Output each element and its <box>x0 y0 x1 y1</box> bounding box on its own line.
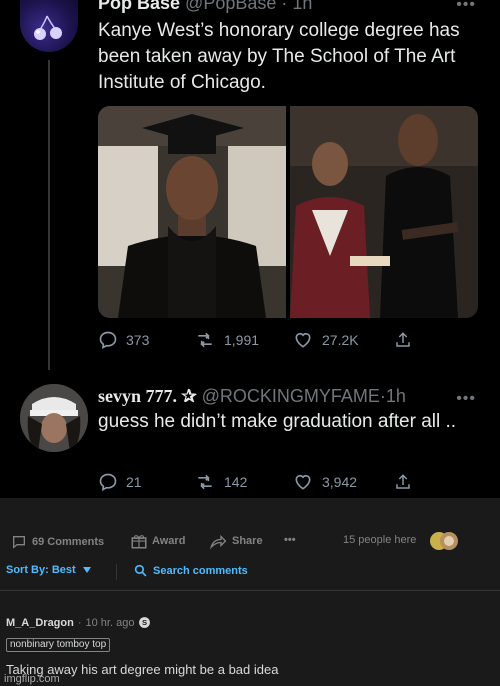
tweet-screenshot: Pop Base @PopBase · 1h ••• Kanye West’s … <box>0 0 500 498</box>
tweet2-like-count: 3,942 <box>322 474 358 490</box>
award-button[interactable]: Award <box>130 532 185 550</box>
reddit-comments-panel: 69 Comments Award Share ••• 15 people he… <box>0 498 500 686</box>
comment-header: M_A_Dragon · 10 hr. ago S <box>6 616 151 629</box>
tweet2-time[interactable]: 1h <box>386 386 406 406</box>
comment-username[interactable]: M_A_Dragon <box>6 617 74 629</box>
comments-button[interactable]: 69 Comments <box>10 534 104 550</box>
svg-text:S: S <box>142 618 147 627</box>
tweet1-like-count: 27.2K <box>322 332 359 348</box>
heart-icon <box>295 332 311 348</box>
sort-dropdown[interactable]: Sort By: Best <box>6 564 92 576</box>
share-icon <box>396 332 410 347</box>
more-options-icon[interactable]: ••• <box>284 534 296 546</box>
award-label: Award <box>152 535 186 547</box>
tweet1-like-button[interactable]: 27.2K <box>292 330 359 350</box>
tweet2-header: sevyn 777. ✰ @ROCKINGMYFAME·1h <box>98 386 406 407</box>
tweet1-actions: 373 1,991 27.2K <box>98 330 418 356</box>
comment-time: 10 hr. ago <box>85 616 135 629</box>
tweet1-handle[interactable]: @PopBase <box>185 0 276 13</box>
heart-icon <box>295 474 311 490</box>
comments-count: 69 Comments <box>32 536 105 548</box>
tweet1-photo-left[interactable] <box>98 106 286 318</box>
pop-base-avatar[interactable] <box>20 0 78 52</box>
tweet1-photo-right[interactable] <box>290 106 478 318</box>
tweet2-more-icon[interactable]: ••• <box>456 390 476 408</box>
tweet1-retweet-count: 1,991 <box>224 332 260 348</box>
tweet2-retweet-button[interactable]: 142 <box>194 472 247 492</box>
search-comments-button[interactable]: Search comments <box>134 564 248 577</box>
search-comments-label: Search comments <box>153 564 248 577</box>
comment-icon <box>13 536 25 549</box>
tweet1-more-icon[interactable]: ••• <box>456 0 476 14</box>
retweet-icon <box>198 332 212 348</box>
thread-line <box>48 60 50 370</box>
comment-dot: · <box>77 616 82 629</box>
sort-label: Sort By: Best <box>6 564 76 576</box>
tweet2-actions: 21 142 3,942 <box>98 472 418 498</box>
tweet1-time[interactable]: 1h <box>292 0 312 13</box>
divider <box>116 564 117 580</box>
tweet1-reply-count: 373 <box>126 332 150 348</box>
sort-search-bar: Sort By: Best Search comments <box>0 564 500 584</box>
share-arrow-icon <box>209 534 227 550</box>
sevyn-avatar[interactable] <box>20 384 88 452</box>
retweet-icon <box>198 474 212 490</box>
user-flair: nonbinary tomboy top <box>6 638 111 652</box>
tweet1-display-name[interactable]: Pop Base <box>98 0 180 13</box>
tweet2-display-name[interactable]: sevyn 777. ✰ <box>98 386 197 406</box>
award-coin-icon: S <box>139 617 151 628</box>
tweet1-header: Pop Base @PopBase · 1h <box>98 0 312 14</box>
caret-down-icon <box>82 567 91 573</box>
tweet2-retweet-count: 142 <box>224 474 248 490</box>
cherry-logo-icon <box>34 15 62 40</box>
section-divider <box>0 590 500 591</box>
share-button[interactable]: Share <box>208 532 263 550</box>
tweet2-share-button[interactable] <box>394 472 412 492</box>
tweet1-text: Kanye West’s honorary college degree has… <box>98 20 460 93</box>
tweet2-like-button[interactable]: 3,942 <box>292 472 357 492</box>
tweet1-retweet-button[interactable]: 1,991 <box>194 330 259 350</box>
imgflip-watermark: imgflip.com <box>4 673 60 685</box>
people-here-icon <box>428 530 460 552</box>
tweet1-reply-button[interactable]: 373 <box>98 330 149 350</box>
people-here-count: 15 people here <box>343 534 417 546</box>
tweet2-reply-button[interactable]: 21 <box>98 472 142 492</box>
tweet1-separator: · <box>281 0 288 13</box>
reply-icon <box>99 473 117 491</box>
post-action-bar: 69 Comments Award Share ••• 15 people he… <box>0 532 500 554</box>
award-icon <box>131 535 147 549</box>
search-icon <box>134 564 147 577</box>
tweet1-share-button[interactable] <box>394 330 412 350</box>
tweet2-text: guess he didn’t make graduation after al… <box>98 411 457 432</box>
tweet2-reply-count: 21 <box>126 474 142 490</box>
reply-icon <box>99 331 117 349</box>
share-icon <box>396 474 410 489</box>
tweet2-handle[interactable]: @ROCKINGMYFAME <box>202 386 380 406</box>
share-label: Share <box>232 535 263 547</box>
